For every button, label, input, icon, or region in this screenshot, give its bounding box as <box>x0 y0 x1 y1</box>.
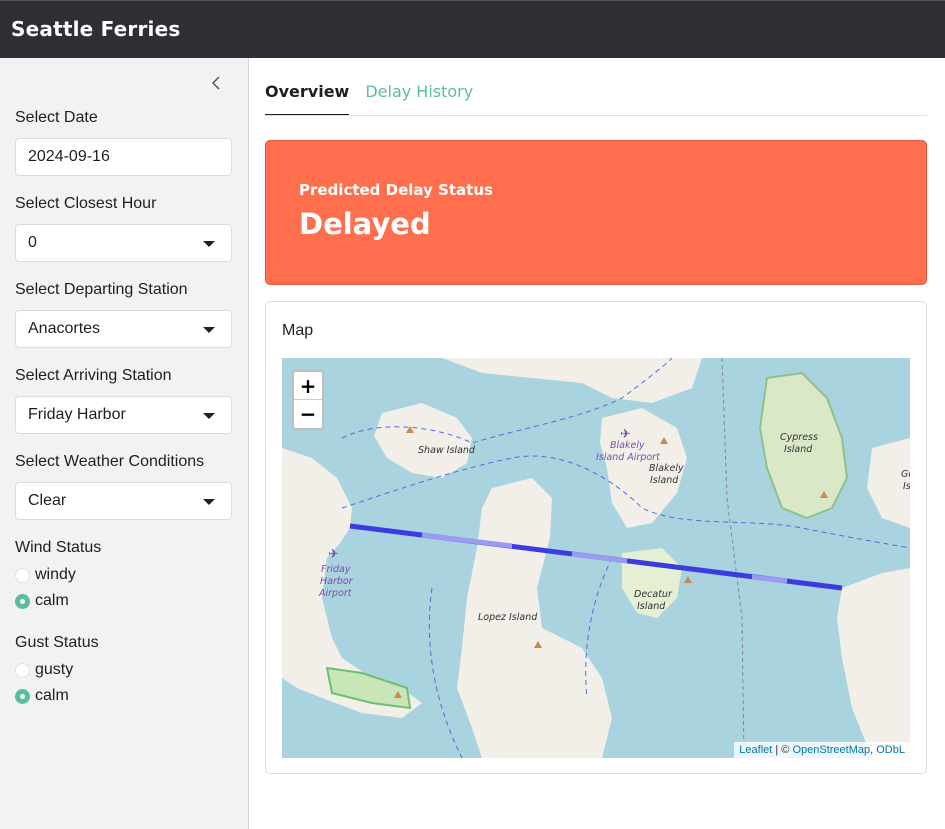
departing-value: Anacortes <box>28 320 101 337</box>
arriving-select[interactable]: Friday Harbor <box>15 396 232 434</box>
status-label: Predicted Delay Status <box>299 181 493 199</box>
tab-overview[interactable]: Overview <box>265 82 350 116</box>
label-decatur-1: Decatur <box>634 589 673 600</box>
map-attribution: Leaflet | © OpenStreetMap, ODbL <box>734 742 910 758</box>
caret-down-icon <box>203 327 215 333</box>
main-content: Overview Delay History Predicted Delay S… <box>249 58 945 829</box>
weather-select[interactable]: Clear <box>15 482 232 520</box>
caret-down-icon <box>203 241 215 247</box>
zoom-in-button[interactable]: + <box>294 372 322 400</box>
label-lopez: Lopez Island <box>478 612 538 623</box>
date-input[interactable]: 2024-09-16 <box>15 138 232 176</box>
departing-label: Select Departing Station <box>15 281 188 298</box>
wind-label: Wind Status <box>15 539 102 556</box>
zoom-out-button[interactable]: − <box>294 400 322 428</box>
airport-icon: ✈ <box>620 426 631 441</box>
chevron-left-icon <box>211 76 220 90</box>
zoom-control: + − <box>292 370 324 430</box>
radio-button-checked[interactable] <box>15 593 30 609</box>
tab-divider <box>265 115 927 116</box>
caret-down-icon <box>203 499 215 505</box>
label-cypress-1: Cypress <box>780 432 818 443</box>
hour-select[interactable]: 0 <box>15 224 232 262</box>
gust-option-gusty[interactable]: gusty <box>15 661 73 679</box>
label-blakely-2: Island <box>650 475 679 486</box>
sidebar-collapse-button[interactable] <box>205 72 227 94</box>
odbl-link[interactable]: ODbL <box>876 744 905 756</box>
weather-value: Clear <box>28 492 67 509</box>
label-edge-2: Is <box>903 481 910 492</box>
wind-option-label: windy <box>35 566 76 583</box>
label-friday-airport-1: Friday <box>321 564 351 575</box>
tab-delay-history[interactable]: Delay History <box>365 82 473 116</box>
radio-button[interactable] <box>15 662 30 678</box>
label-blakely-airport-1: Blakely <box>610 440 645 451</box>
wind-option-windy[interactable]: windy <box>15 566 76 584</box>
label-decatur-2: Island <box>637 601 666 612</box>
gust-option-label: calm <box>35 687 69 704</box>
label-cypress-2: Island <box>784 444 813 455</box>
leaflet-link[interactable]: Leaflet <box>739 744 772 756</box>
radio-button[interactable] <box>15 567 30 583</box>
arriving-value: Friday Harbor <box>28 406 126 423</box>
gust-label: Gust Status <box>15 634 99 651</box>
departing-select[interactable]: Anacortes <box>15 310 232 348</box>
osm-link[interactable]: OpenStreetMap <box>792 744 870 756</box>
label-friday-airport-2: Harbor <box>320 576 354 587</box>
radio-button-checked[interactable] <box>15 688 30 704</box>
wind-option-calm[interactable]: calm <box>15 592 69 610</box>
wind-option-label: calm <box>35 592 69 609</box>
map-title: Map <box>282 322 314 339</box>
label-friday-airport-3: Airport <box>318 588 353 599</box>
attribution-separator: | © <box>772 744 793 756</box>
weather-label: Select Weather Conditions <box>15 453 205 470</box>
date-value: 2024-09-16 <box>28 148 110 165</box>
label-edge-1: Gu <box>901 469 910 480</box>
navbar: Seattle Ferries <box>0 0 945 58</box>
arriving-label: Select Arriving Station <box>15 367 172 384</box>
map-card: Map Shaw Island Blakely Island Airport B… <box>265 301 927 774</box>
status-value: Delayed <box>299 207 431 241</box>
caret-down-icon <box>203 413 215 419</box>
label-shaw: Shaw Island <box>418 445 476 456</box>
map-view[interactable]: Shaw Island Blakely Island Airport Blake… <box>282 358 910 758</box>
date-label: Select Date <box>15 109 98 126</box>
airport-icon: ✈ <box>328 546 339 561</box>
delay-status-card: Predicted Delay Status Delayed <box>265 140 927 285</box>
app-title: Seattle Ferries <box>11 17 181 41</box>
gust-option-label: gusty <box>35 661 74 678</box>
map-tiles: Shaw Island Blakely Island Airport Blake… <box>282 358 910 758</box>
label-blakely-1: Blakely <box>649 463 684 474</box>
gust-option-calm[interactable]: calm <box>15 687 69 705</box>
hour-value: 0 <box>28 234 37 251</box>
hour-label: Select Closest Hour <box>15 195 157 212</box>
label-blakely-airport-2: Island Airport <box>596 452 661 463</box>
tab-bar: Overview Delay History <box>265 82 489 116</box>
sidebar: Select Date 2024-09-16 Select Closest Ho… <box>0 58 249 829</box>
